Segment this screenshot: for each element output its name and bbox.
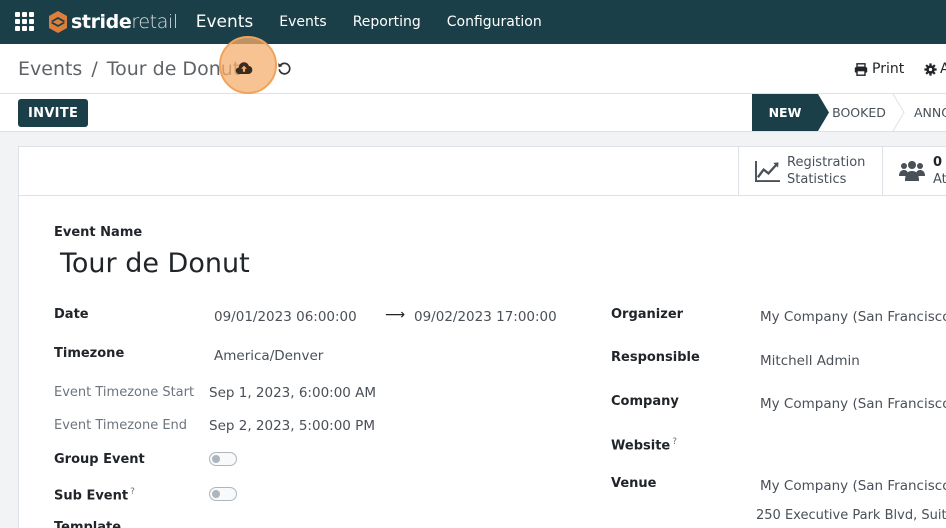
status-row: INVITE NEW BOOKED ANNO [0,94,946,132]
website-label: Website? [611,437,677,453]
event-name-label: Event Name [54,225,143,240]
organizer-input[interactable]: My Company (San Francisco) [760,309,946,325]
website-label-text: Website [611,438,671,454]
registration-line2: Statistics [787,172,847,187]
breadcrumb: Events / Tour de Donut [18,58,240,80]
date-end-input[interactable]: 09/02/2023 17:00:00 [414,309,557,325]
timezone-select[interactable]: America/Denver [214,348,323,364]
smart-button-box: Registration Statistics 0 Att [19,147,946,196]
top-navbar: strideretail Events Events Reporting Con… [0,0,946,44]
attendees-label: Att [933,172,946,187]
breadcrumb-parent[interactable]: Events [18,58,82,80]
stage-booked-label: BOOKED [832,105,886,120]
venue-input[interactable]: My Company (San Francisco) [760,478,946,494]
attendees-button[interactable]: 0 Att [882,147,946,195]
print-button[interactable]: Print [854,61,904,77]
event-name-input[interactable]: Tour de Donut [60,248,250,279]
responsible-label: Responsible [611,350,700,365]
registration-line1: Registration [787,155,866,170]
organizer-label: Organizer [611,307,684,322]
line-chart-icon [755,160,780,182]
tz-end-value: Sep 2, 2023, 5:00:00 PM [209,418,375,434]
stage-new-label: NEW [768,105,802,120]
menu-events[interactable]: Events [279,14,326,30]
date-label: Date [54,307,89,322]
responsible-input[interactable]: Mitchell Admin [760,353,860,369]
date-start-input[interactable]: 09/01/2023 06:00:00 [214,309,357,325]
invite-button[interactable]: INVITE [18,99,89,127]
cloud-upload-icon[interactable] [235,61,253,75]
sub-event-help-icon[interactable]: ? [130,487,135,497]
venue-address: 250 Executive Park Blvd, Suite [756,508,946,523]
date-range-arrow-icon: ⟶ [385,307,406,323]
company-logo[interactable]: strideretail [48,10,178,34]
action-label: A [940,61,946,77]
stage-new[interactable]: NEW [752,94,818,131]
venue-label: Venue [611,476,657,491]
company-input[interactable]: My Company (San Francisco) [760,396,946,412]
stride-logo-icon [49,11,67,33]
attendees-count: 0 [933,155,943,170]
registration-statistics-button[interactable]: Registration Statistics [738,147,882,195]
menu-configuration[interactable]: Configuration [447,14,542,30]
sub-event-label-text: Sub Event [54,488,129,504]
control-panel: Events / Tour de Donut [0,44,946,94]
stage-announced-label: ANNO [914,105,946,120]
gear-icon [924,62,937,76]
company-label: Company [611,394,679,409]
tz-end-label: Event Timezone End [54,418,188,433]
menu-reporting[interactable]: Reporting [353,14,421,30]
printer-icon [854,62,868,76]
stage-booked[interactable]: BOOKED [818,94,900,131]
website-help-icon[interactable]: ? [672,437,677,447]
app-name[interactable]: Events [196,12,254,32]
breadcrumb-separator: / [91,58,98,80]
group-event-label: Group Event [54,452,145,467]
print-label: Print [872,61,905,77]
action-button[interactable]: A [924,61,946,77]
logo-text: strideretail [71,11,178,33]
tz-start-label: Event Timezone Start [54,385,195,400]
stage-announced[interactable]: ANNO [900,94,946,131]
form-sheet: Registration Statistics 0 Att Event Name… [18,146,946,528]
sub-event-label: Sub Event? [54,487,135,503]
tz-start-value: Sep 1, 2023, 6:00:00 AM [209,385,377,401]
sub-event-toggle[interactable] [209,487,237,501]
discard-undo-icon[interactable] [277,61,292,76]
template-label: Template [54,520,122,528]
apps-menu-icon[interactable] [15,12,35,32]
users-icon [899,161,925,181]
group-event-toggle[interactable] [209,452,237,466]
timezone-label: Timezone [54,346,125,361]
